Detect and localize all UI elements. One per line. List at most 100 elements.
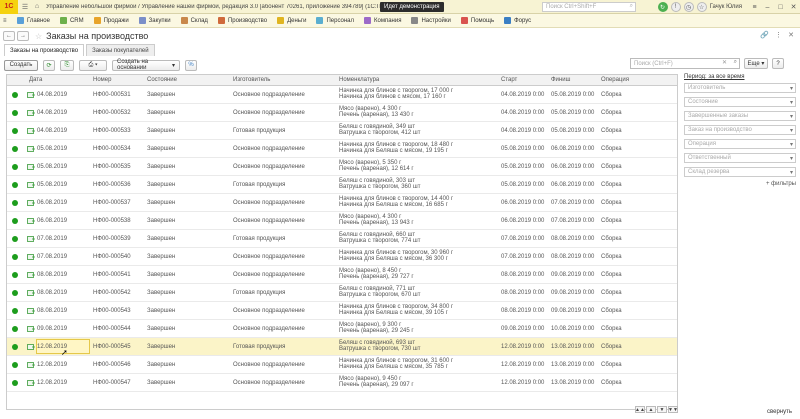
table-row[interactable]: 07.08.2019 НФ00-000539 Завершен Готовая про… bbox=[7, 230, 677, 248]
print-icon[interactable]: ⎙ ▾ bbox=[79, 59, 107, 71]
menu-section-icon bbox=[460, 17, 468, 24]
table-row[interactable]: 06.08.2019 НФ00-000538 Завершен Основное по… bbox=[7, 212, 677, 230]
home-icon[interactable]: ⌂ bbox=[32, 2, 42, 12]
table-row[interactable]: 06.08.2019 НФ00-000537 Завершен Основное по… bbox=[7, 194, 677, 212]
more-vert-icon[interactable]: ⋮ bbox=[775, 31, 782, 39]
table-row[interactable]: 05.08.2019 НФ00-000534 Завершен Основное по… bbox=[7, 140, 677, 158]
menu-item-4[interactable]: Склад bbox=[180, 17, 208, 24]
menu-item-0[interactable]: Главное bbox=[17, 17, 50, 24]
filter-field[interactable]: Операция ▾ bbox=[684, 139, 796, 149]
help-button[interactable]: ? bbox=[772, 58, 784, 69]
prev-page-icon[interactable]: ▲ bbox=[646, 406, 656, 413]
chevron-down-icon[interactable]: ▾ bbox=[790, 127, 793, 134]
filter-field-placeholder: Операция bbox=[688, 141, 716, 147]
close-icon[interactable]: ✕ bbox=[787, 0, 800, 14]
settings-icon[interactable]: ≡ bbox=[748, 0, 761, 14]
close-form-icon[interactable]: ✕ bbox=[788, 31, 794, 39]
cell-state: Завершен bbox=[147, 362, 176, 368]
user-name[interactable]: Гачук Юлия bbox=[710, 4, 742, 10]
table-row[interactable]: 12.08.2019 НФ00-000546 Завершен Основное по… bbox=[7, 356, 677, 374]
menu-item-7[interactable]: Персонал bbox=[316, 17, 354, 24]
history-icon[interactable]: ◷ bbox=[683, 2, 694, 12]
search-icon[interactable]: ⌕ bbox=[734, 59, 737, 66]
cell-state: Завершен bbox=[147, 272, 176, 278]
col-date[interactable]: Дата bbox=[29, 77, 42, 83]
list-search-input[interactable]: Поиск (Ctrl+F) ✕ ⌕ bbox=[630, 58, 740, 69]
table-row[interactable]: 08.08.2019 НФ00-000543 Завершен Основное по… bbox=[7, 302, 677, 320]
tab-production-orders[interactable]: Заказы на производство bbox=[4, 44, 85, 56]
table-row[interactable]: 05.08.2019 НФ00-000536 Завершен Готовая про… bbox=[7, 176, 677, 194]
first-page-icon[interactable]: ▲▲ bbox=[635, 406, 645, 413]
clear-icon[interactable]: ✕ bbox=[722, 59, 727, 66]
table-row[interactable]: 12.08.2019 НФ00-000547 Завершен Основное по… bbox=[7, 374, 677, 392]
col-maker[interactable]: Изготовитель bbox=[233, 77, 270, 83]
table-row[interactable]: 04.08.2019 НФ00-000532 Завершен Основное по… bbox=[7, 104, 677, 122]
menu-item-1[interactable]: CRM bbox=[59, 17, 84, 24]
copy-icon[interactable]: ⎘ bbox=[60, 59, 74, 71]
table-row[interactable]: 04.08.2019 НФ00-000531 Завершен Основное по… bbox=[7, 86, 677, 104]
minimize-icon[interactable]: – bbox=[761, 0, 774, 14]
bell-icon[interactable]: ! bbox=[670, 2, 681, 12]
table-row[interactable]: 04.08.2019 НФ00-000533 Завершен Готовая про… bbox=[7, 122, 677, 140]
table-row[interactable]: 09.08.2019 НФ00-000544 Завершен Основное по… bbox=[7, 320, 677, 338]
cell-state: Завершен bbox=[147, 164, 176, 170]
table-row[interactable]: 08.08.2019 НФ00-000541 Завершен Основное по… bbox=[7, 266, 677, 284]
col-finish[interactable]: Финиш bbox=[551, 77, 570, 83]
col-state[interactable]: Состояние bbox=[147, 77, 177, 83]
col-start[interactable]: Старт bbox=[501, 77, 517, 83]
col-nomenclature[interactable]: Номенклатура bbox=[339, 77, 379, 83]
next-page-icon[interactable]: ▼ bbox=[657, 406, 667, 413]
menu-item-label: Форус bbox=[514, 17, 532, 24]
menu-item-10[interactable]: Помощь bbox=[460, 17, 494, 24]
table-row[interactable]: 12.08.2019 НФ00-000545 Завершен Готовая про… bbox=[7, 338, 677, 357]
col-number[interactable]: Номер bbox=[93, 77, 111, 83]
collapse-label[interactable]: свернуть bbox=[767, 409, 792, 415]
star-icon[interactable]: ☆ bbox=[696, 2, 707, 12]
period-link[interactable]: Период: за все время bbox=[684, 74, 796, 80]
tab-customer-orders[interactable]: Заказы покупателей bbox=[86, 44, 155, 56]
chevron-down-icon[interactable]: ▾ bbox=[790, 169, 793, 176]
more-button[interactable]: Еще ▾ bbox=[744, 58, 768, 69]
chevron-down-icon[interactable]: ▾ bbox=[790, 113, 793, 120]
cell-start: 08.08.2019 0:00 bbox=[501, 308, 545, 314]
chevron-down-icon[interactable]: ▾ bbox=[790, 85, 793, 92]
filter-field[interactable]: Завершенные заказы ▾ bbox=[684, 111, 796, 121]
menu-item-6[interactable]: Деньги bbox=[277, 17, 306, 24]
menu-item-3[interactable]: Закупки bbox=[138, 17, 171, 24]
last-page-icon[interactable]: ▼▼ bbox=[668, 406, 678, 413]
forward-button[interactable]: → bbox=[17, 31, 29, 41]
chevron-down-icon[interactable]: ▾ bbox=[790, 155, 793, 162]
add-filters-link[interactable]: + фильтры bbox=[684, 181, 796, 187]
create-based-on-button[interactable]: Создать на основании ▾ bbox=[112, 59, 180, 71]
filter-field[interactable]: Заказ на производство ▾ bbox=[684, 125, 796, 135]
link-icon[interactable]: 🔗 bbox=[760, 31, 769, 39]
cell-maker: Основное подразделение bbox=[233, 326, 305, 332]
menu-item-9[interactable]: Настройки bbox=[411, 17, 451, 24]
menu-toggle-icon[interactable]: ≡ bbox=[3, 18, 13, 24]
menu-item-8[interactable]: Компания bbox=[364, 17, 401, 24]
back-button[interactable]: ← bbox=[3, 31, 15, 41]
favorite-star-icon[interactable]: ☆ bbox=[35, 32, 42, 41]
menu-item-11[interactable]: Форус bbox=[504, 17, 531, 24]
menu-item-2[interactable]: Продажи bbox=[93, 17, 129, 24]
menu-icon[interactable]: ☰ bbox=[20, 2, 30, 12]
table-row[interactable]: 08.08.2019 НФ00-000542 Завершен Готовая про… bbox=[7, 284, 677, 302]
filter-field[interactable]: Изготовитель ▾ bbox=[684, 83, 796, 93]
chevron-down-icon[interactable]: ▾ bbox=[790, 99, 793, 106]
filter-field[interactable]: Склад резерва ▾ bbox=[684, 167, 796, 177]
filter-field[interactable]: Ответственный ▾ bbox=[684, 153, 796, 163]
menu-item-5[interactable]: Производство bbox=[217, 17, 267, 24]
table-row[interactable]: 07.08.2019 НФ00-000540 Завершен Основное по… bbox=[7, 248, 677, 266]
table-row[interactable]: 05.08.2019 НФ00-000535 Завершен Основное по… bbox=[7, 158, 677, 176]
global-search-input[interactable]: Поиск Ctrl+Shift+F ⌕ bbox=[542, 2, 636, 12]
filter-field-placeholder: Изготовитель bbox=[688, 85, 726, 91]
notification-icon[interactable]: ↻ bbox=[657, 2, 668, 12]
filter-field[interactable]: Состояние ▾ bbox=[684, 97, 796, 107]
filter-icon[interactable]: % bbox=[185, 59, 197, 71]
col-operation[interactable]: Операция bbox=[601, 77, 629, 83]
maximize-icon[interactable]: □ bbox=[774, 0, 787, 14]
chevron-down-icon[interactable]: ▾ bbox=[790, 141, 793, 148]
create-button[interactable]: Создать bbox=[4, 59, 38, 71]
refresh-icon[interactable]: ⟳ bbox=[43, 59, 55, 71]
cell-start: 05.08.2019 0:00 bbox=[501, 164, 545, 170]
